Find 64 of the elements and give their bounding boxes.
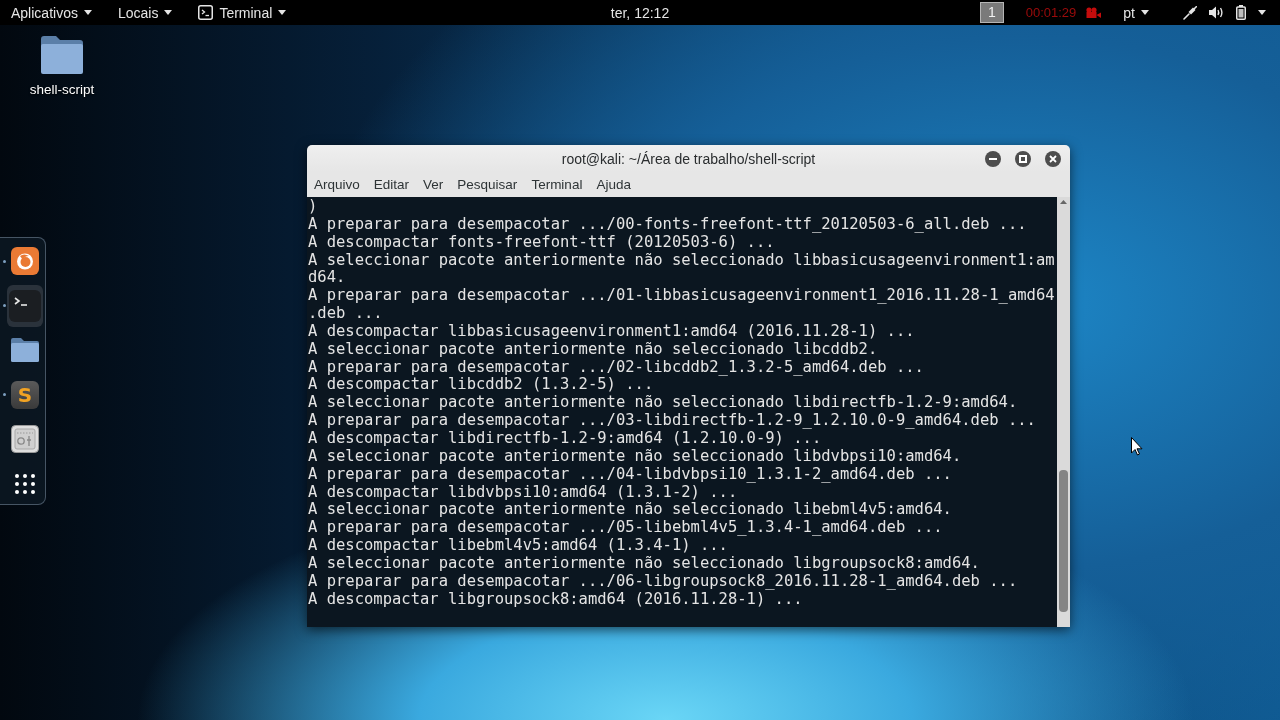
mixer-panel-icon <box>11 425 39 453</box>
terminal-line: A descompactar libgroupsock8:amd64 (2016.11.28-1) ... <box>308 590 803 609</box>
caret-icon <box>83 10 92 15</box>
terminal-line: A descompactar libdirectfb-1.2-9:amd64 (1.2.10.0-9) ... <box>308 429 822 448</box>
caret-icon <box>1141 10 1149 15</box>
terminal-line: A seleccionar pacote anteriormente não seleccionado libdirectfb-1.2-9:amd64. <box>308 394 1019 413</box>
recording-timer: 00:01:29 <box>1025 5 1077 20</box>
scrollbar[interactable] <box>1057 197 1070 627</box>
movie-camera-icon <box>1086 7 1102 18</box>
close-icon <box>1049 155 1057 163</box>
editor-logo: S <box>11 380 39 409</box>
terminal-line: A descompactar libdvbpsi10:amd64 (1.3.1-2) ... <box>308 483 738 502</box>
maximize-icon <box>1019 155 1027 163</box>
terminal-icon <box>198 5 214 20</box>
desktop-icon-label: shell-script <box>29 82 95 97</box>
caret-icon <box>278 10 287 15</box>
top-menu-button[interactable]: Locais <box>117 0 173 25</box>
terminal-line: A descompactar libbasicusageenvironment1:amd64 (2016.11.28-1) ... <box>308 322 916 341</box>
swirl-app-icon <box>11 247 39 275</box>
menu-item[interactable]: Ajuda <box>589 172 638 197</box>
dock-app-button[interactable]: S <box>7 373 43 416</box>
apps-grid-icon <box>15 473 35 494</box>
terminal-line: A seleccionar pacote anteriormente não seleccionado libdvbpsi10:amd64. <box>308 447 963 466</box>
top-menu-button[interactable]: Aplicativos <box>11 0 92 25</box>
close-button[interactable] <box>1045 151 1061 167</box>
caret-icon <box>1258 10 1266 15</box>
workspace-indicator[interactable]: 1 <box>979 2 1004 23</box>
mouse-pointer-icon <box>1131 437 1143 456</box>
terminal-line: A preparar para desempacotar .../06-libgroupsock8_2016.11.28-1_amd64.deb ... <box>308 572 1019 591</box>
keyboard-layout-button[interactable]: pt <box>1123 0 1149 25</box>
clock-button[interactable]: ter, 12:12 <box>610 0 670 25</box>
menu-item[interactable]: Arquivo <box>307 172 367 197</box>
volume-icon <box>1209 6 1224 19</box>
top-menu-button[interactable]: Terminal <box>198 0 287 25</box>
menu-item[interactable]: Terminal <box>524 172 590 197</box>
minimize-button[interactable] <box>985 151 1001 167</box>
menu-item[interactable]: Ver <box>416 172 451 197</box>
terminal-line: A seleccionar pacote anteriormente não seleccionado libgroupsock8:amd64. <box>308 554 981 573</box>
window-title: root@kali: ~/Área de trabalho/shell-script <box>561 150 816 167</box>
terminal-line: A preparar para desempacotar .../05-libebml4v5_1.3.4-1_amd64.deb ... <box>308 519 944 538</box>
scroll-up-icon <box>1060 200 1067 204</box>
terminal-line: A preparar para desempacotar .../03-libdirectfb-1.2-9_1.2.10.0-9_amd64.deb ... <box>308 412 1037 430</box>
menu-item[interactable]: Editar <box>366 172 417 197</box>
plug-icon <box>1183 5 1197 20</box>
terminal-line: A descompactar fonts-freefont-ttf (20120503-6) ... <box>308 233 775 252</box>
terminal-line: A seleccionar pacote anteriormente não seleccionado libbasicusageenvironment1:amd64. <box>308 251 1056 288</box>
minimize-icon <box>989 158 997 160</box>
folder-icon <box>11 338 39 362</box>
scrollbar-thumb[interactable] <box>1059 470 1068 612</box>
terminal-line: A preparar para desempacotar .../00-fonts-freefont-ttf_20120503-6_all.deb ... <box>308 215 1028 234</box>
maximize-button[interactable] <box>1015 151 1031 167</box>
terminal-line: A descompactar libebml4v5:amd64 (1.3.4-1) ... <box>308 537 729 555</box>
terminal-line: A preparar para desempacotar .../01-libbasicusageenvironment1_2016.11.28-1_amd64.deb ... <box>308 287 1056 323</box>
terminal-line: A preparar para desempacotar .../04-libdvbpsi10_1.3.1-2_amd64.deb ... <box>308 465 953 484</box>
terminal-icon <box>9 289 41 322</box>
terminal-line: A seleccionar pacote anteriormente não seleccionado libebml4v5:amd64. <box>308 501 953 520</box>
terminal-line: A preparar para desempacotar .../02-libcddb2_1.3.2-5_amd64.deb ... <box>308 358 925 377</box>
terminal-line: A seleccionar pacote anteriormente não seleccionado libcddb2. <box>308 340 879 359</box>
caret-icon <box>164 10 173 15</box>
battery-icon <box>1236 5 1246 20</box>
terminal-line: A descompactar libcddb2 (1.3.2-5) ... <box>308 376 654 395</box>
terminal-line: ) <box>308 198 319 216</box>
folder-icon[interactable] <box>41 36 83 74</box>
menu-item[interactable]: Pesquisar <box>450 172 525 197</box>
